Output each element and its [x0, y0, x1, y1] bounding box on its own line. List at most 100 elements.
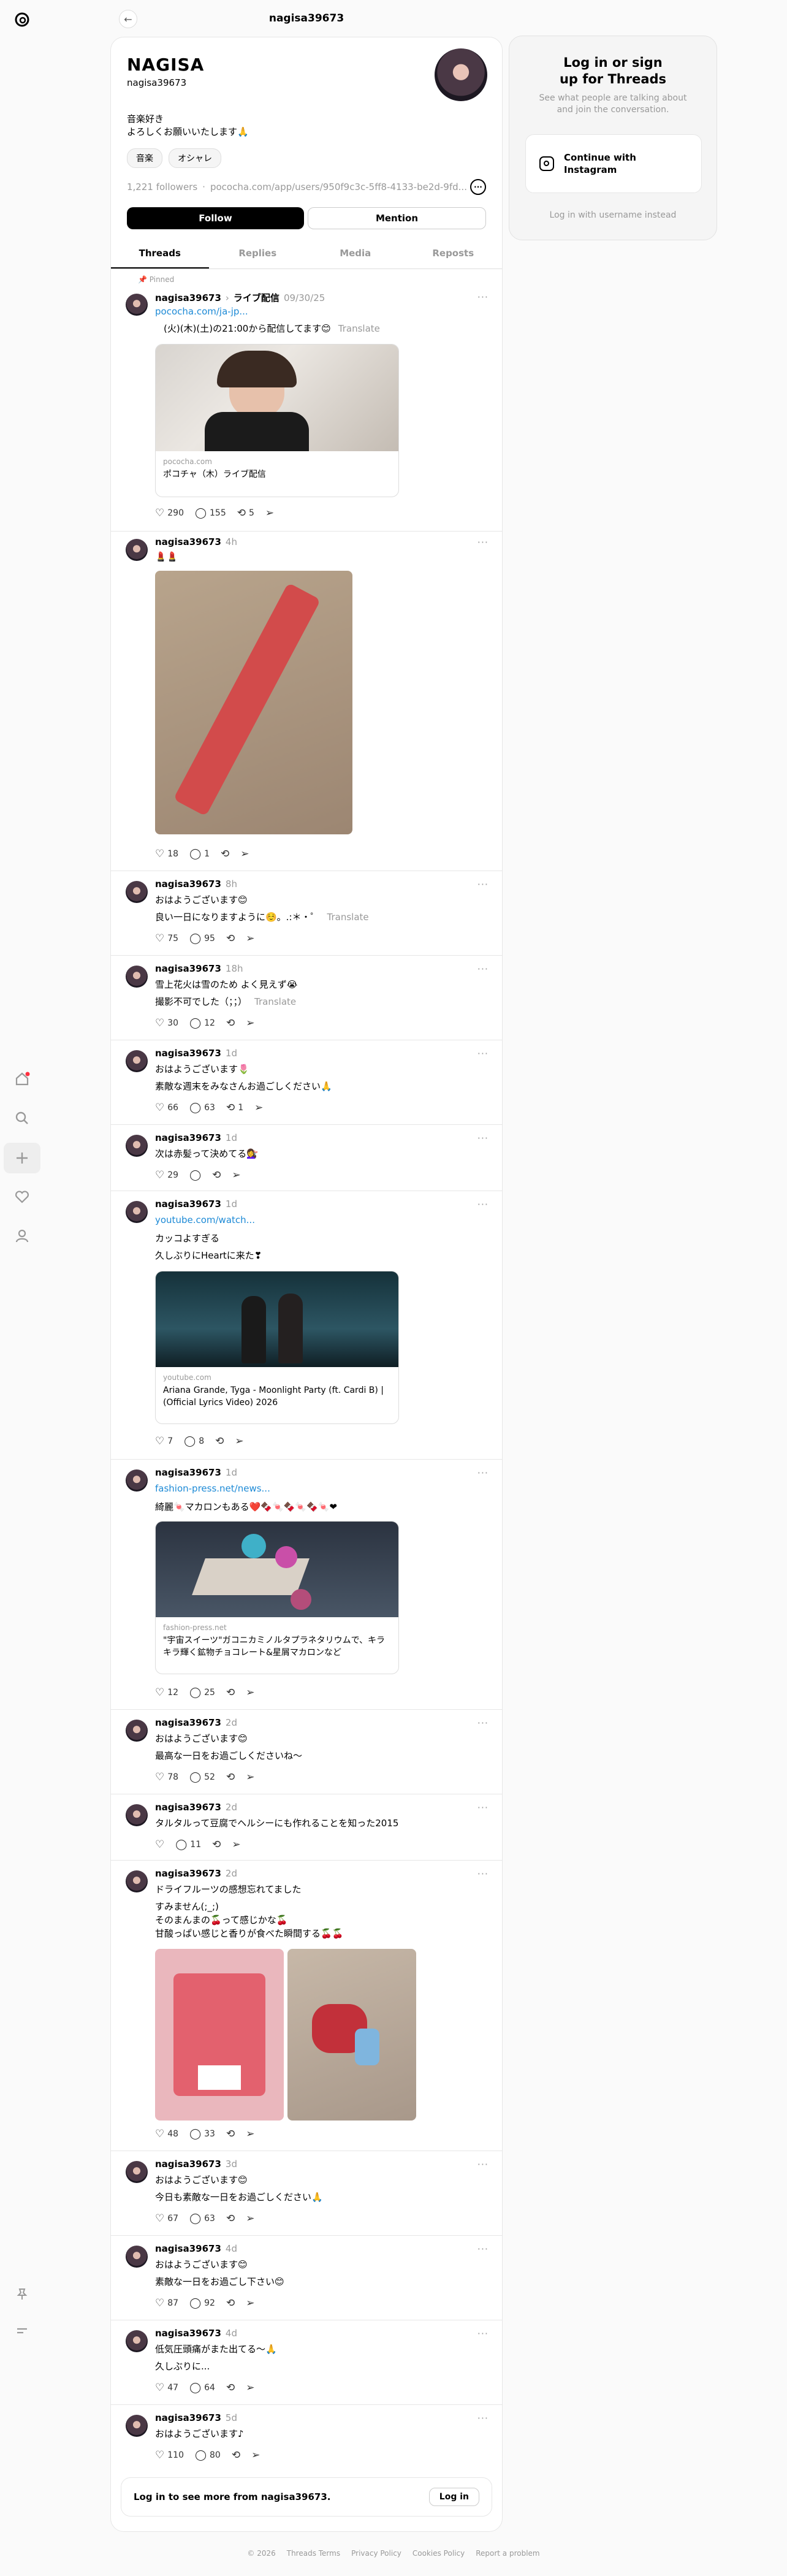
repost-button[interactable]: ⟲	[212, 1169, 221, 1181]
like-button[interactable]: ♡ 29	[155, 1169, 178, 1181]
repost-button[interactable]: ⟲	[226, 2297, 235, 2309]
hamburger-icon[interactable]	[13, 2322, 31, 2339]
avatar[interactable]	[126, 1135, 148, 1157]
translate-link[interactable]: Translate	[327, 912, 369, 923]
thread-post[interactable]: nagisa39673 1d ··· おはようございます🌷 素敵な週末をみなさん…	[111, 1040, 502, 1125]
profile-avatar[interactable]	[435, 48, 487, 101]
share-button[interactable]: ➢	[246, 1017, 254, 1029]
post-username[interactable]: nagisa39673	[155, 536, 221, 547]
reply-button[interactable]: ◯ 25	[189, 1686, 215, 1699]
more-icon[interactable]: ···	[477, 1198, 489, 1210]
thread-post[interactable]: nagisa39673 2d ··· タルタルって豆腐でヘルシーにも作れることを…	[111, 1794, 502, 1861]
like-button[interactable]: ♡ 87	[155, 2297, 178, 2309]
avatar[interactable]	[126, 966, 148, 988]
post-tag[interactable]: ライブ配信	[234, 291, 279, 304]
share-button[interactable]: ➢	[254, 1102, 263, 1114]
share-button[interactable]: ➢	[232, 1169, 240, 1181]
share-button[interactable]: ➢	[240, 848, 249, 860]
thread-post[interactable]: nagisa39673 1d ··· youtube.com/watch... …	[111, 1191, 502, 1460]
share-button[interactable]: ➢	[232, 1839, 240, 1851]
link-preview-card[interactable]: pococha.com ポコチャ（木）ライブ配信	[155, 344, 399, 497]
more-icon[interactable]: ···	[477, 2243, 489, 2255]
like-button[interactable]: ♡ 7	[155, 1435, 173, 1447]
more-icon[interactable]: ···	[477, 1048, 489, 1059]
thread-post[interactable]: nagisa39673 2d ··· おはようございます😊 最高な一日をお過ごし…	[111, 1710, 502, 1794]
reply-button[interactable]: ◯ 8	[184, 1435, 204, 1447]
more-icon[interactable]: ···	[477, 2159, 489, 2170]
profile-link[interactable]: pococha.com/app/users/950f9c3c-5ff8-4133…	[210, 181, 467, 192]
like-button[interactable]: ♡ 75	[155, 932, 178, 945]
share-button[interactable]: ➢	[246, 2297, 254, 2309]
post-username[interactable]: nagisa39673	[155, 963, 221, 974]
repost-button[interactable]: ⟲	[226, 1686, 235, 1699]
footer-privacy-link[interactable]: Privacy Policy	[351, 2549, 401, 2558]
thread-post[interactable]: nagisa39673 4h ··· 💄💄 ♡ 18 ◯ 1 ⟲ ➢	[111, 532, 502, 871]
repost-button[interactable]: ⟲	[212, 1839, 221, 1851]
followers-count[interactable]: 1,221 followers	[127, 181, 197, 192]
like-button[interactable]: ♡ 30	[155, 1017, 178, 1029]
link-preview-card[interactable]: youtube.com Ariana Grande, Tyga - Moonli…	[155, 1271, 399, 1424]
more-icon[interactable]: ···	[477, 2412, 489, 2424]
avatar[interactable]	[126, 1720, 148, 1742]
share-button[interactable]: ➢	[265, 507, 274, 519]
share-button[interactable]: ➢	[246, 2212, 254, 2225]
avatar[interactable]	[126, 881, 148, 903]
translate-link[interactable]: Translate	[338, 323, 380, 334]
reply-button[interactable]: ◯ 92	[189, 2297, 215, 2309]
like-button[interactable]: ♡ 18	[155, 848, 178, 860]
reply-button[interactable]: ◯ 52	[189, 1771, 215, 1783]
avatar[interactable]	[126, 2161, 148, 2183]
more-icon[interactable]: ···	[477, 1802, 489, 1813]
continue-with-instagram-button[interactable]: Continue with Instagram	[525, 134, 702, 193]
repost-button[interactable]: ⟲	[232, 2449, 240, 2461]
reply-button[interactable]: ◯ 11	[175, 1839, 201, 1851]
back-arrow-icon[interactable]: ←	[119, 10, 137, 28]
reply-button[interactable]: ◯ 63	[189, 1102, 215, 1114]
share-button[interactable]: ➢	[246, 2128, 254, 2140]
tab-replies[interactable]: Replies	[209, 239, 307, 269]
repost-button[interactable]: ⟲	[226, 932, 235, 945]
like-button[interactable]: ♡ 48	[155, 2128, 178, 2140]
reply-button[interactable]: ◯ 95	[189, 932, 215, 945]
avatar[interactable]	[126, 294, 148, 316]
avatar[interactable]	[126, 1050, 148, 1072]
post-username[interactable]: nagisa39673	[155, 1868, 221, 1879]
post-photo[interactable]	[155, 571, 352, 834]
repost-button[interactable]: ⟲	[215, 1435, 224, 1447]
footer-cookies-link[interactable]: Cookies Policy	[413, 2549, 465, 2558]
avatar[interactable]	[126, 1469, 148, 1492]
repost-button[interactable]: ⟲	[226, 2212, 235, 2225]
tab-reposts[interactable]: Reposts	[405, 239, 503, 269]
thread-post[interactable]: nagisa39673 4d ··· おはようございます😊 素敵な一日をお過ごし…	[111, 2236, 502, 2320]
pin-icon[interactable]	[13, 2285, 31, 2303]
thread-post[interactable]: nagisa39673 1d ··· 次は赤髪って決めてる💇‍♀️ ♡ 29 ◯ …	[111, 1125, 502, 1191]
share-button[interactable]: ➢	[246, 1686, 254, 1699]
home-icon[interactable]	[13, 1070, 31, 1088]
post-photo[interactable]	[287, 1949, 416, 2121]
link-preview-card[interactable]: fashion-press.net "宇宙スイーツ"ガコニカミノルタプラネタリウ…	[155, 1521, 399, 1674]
post-username[interactable]: nagisa39673	[155, 1198, 221, 1210]
share-button[interactable]: ➢	[251, 2449, 260, 2461]
plus-icon[interactable]	[4, 1143, 40, 1173]
share-button[interactable]: ➢	[246, 1771, 254, 1783]
more-icon[interactable]: ···	[477, 963, 489, 975]
reply-button[interactable]: ◯ 80	[195, 2449, 221, 2461]
footer-report-link[interactable]: Report a problem	[476, 2549, 539, 2558]
like-button[interactable]: ♡ 67	[155, 2212, 178, 2225]
login-button[interactable]: Log in	[428, 2488, 479, 2506]
post-username[interactable]: nagisa39673	[155, 2159, 221, 2170]
thread-post[interactable]: nagisa39673 5d ··· おはようございます♪ ♡ 110 ◯ 80 ⟲…	[111, 2405, 502, 2470]
reply-button[interactable]: ◯	[189, 1169, 201, 1181]
more-options-icon[interactable]: ···	[470, 179, 486, 195]
thread-post[interactable]: nagisa39673 18h ··· 雪上花火は雪のため よく見えず😭 撮影不…	[111, 956, 502, 1040]
post-username[interactable]: nagisa39673	[155, 1132, 221, 1143]
post-username[interactable]: nagisa39673	[155, 292, 221, 303]
like-button[interactable]: ♡ 110	[155, 2449, 184, 2461]
follow-button[interactable]: Follow	[127, 207, 304, 229]
thread-post[interactable]: nagisa39673 1d ··· fashion-press.net/new…	[111, 1460, 502, 1710]
like-button[interactable]: ♡	[155, 1839, 164, 1851]
post-username[interactable]: nagisa39673	[155, 2243, 221, 2254]
mention-button[interactable]: Mention	[308, 207, 486, 229]
reply-button[interactable]: ◯ 33	[189, 2128, 215, 2140]
post-username[interactable]: nagisa39673	[155, 1048, 221, 1059]
